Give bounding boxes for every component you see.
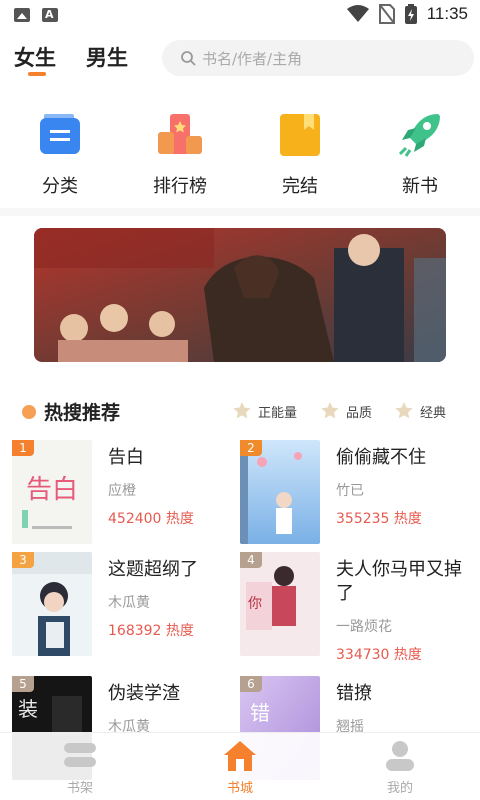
book-title: 这题超纲了 bbox=[108, 559, 198, 580]
profile-icon bbox=[382, 739, 418, 773]
star-icon bbox=[321, 402, 339, 419]
rank-badge: 5 bbox=[12, 676, 34, 692]
book-author: 木瓜黄 bbox=[108, 595, 150, 611]
home-icon bbox=[222, 739, 258, 773]
no-sim-icon bbox=[378, 4, 395, 24]
category-icon bbox=[34, 108, 86, 160]
svg-text:错: 错 bbox=[250, 701, 270, 725]
top-header: 女生 男生 书名/作者/主角 bbox=[0, 32, 480, 84]
nav-bookstore-label: 书城 bbox=[226, 781, 253, 796]
tag-classic[interactable]: 经典 bbox=[394, 401, 446, 421]
bottom-nav: 书架 书城 我的 bbox=[0, 732, 480, 800]
wifi-icon bbox=[346, 5, 369, 22]
rank-badge: 3 bbox=[12, 552, 34, 568]
hot-search-header: 热搜推荐 正能量 品质 经典 bbox=[0, 394, 480, 428]
search-placeholder: 书名/作者/主角 bbox=[202, 49, 303, 68]
book-title: 告白 bbox=[108, 447, 144, 468]
bookshelf-icon bbox=[62, 739, 98, 773]
heat-value: 452400 bbox=[108, 511, 162, 527]
heat-suffix: 热度 bbox=[165, 623, 194, 639]
book-item[interactable]: 告白 1 告白 应橙 452400 热度 bbox=[12, 440, 238, 544]
rank-badge: 2 bbox=[240, 440, 262, 456]
rank-badge: 6 bbox=[240, 676, 262, 692]
quick-nav-finished[interactable]: 完结 bbox=[250, 100, 350, 198]
finished-book-icon bbox=[274, 108, 326, 160]
book-heat: 355235 热度 bbox=[336, 508, 422, 528]
book-author: 竹已 bbox=[336, 483, 364, 499]
book-heat: 452400 热度 bbox=[108, 508, 194, 528]
quick-nav-ranking[interactable]: 排行榜 bbox=[130, 100, 230, 198]
nav-mine[interactable]: 我的 bbox=[350, 739, 450, 796]
svg-text:你: 你 bbox=[248, 596, 262, 612]
quick-nav-category[interactable]: 分类 bbox=[10, 100, 110, 198]
book-item[interactable]: 你 4 夫人你马甲又掉了 一路烦花 334730 热度 bbox=[240, 552, 466, 663]
svg-text:告白: 告白 bbox=[26, 475, 78, 505]
nav-bookshelf-label: 书架 bbox=[66, 781, 93, 796]
section-divider bbox=[0, 208, 480, 216]
tag-quality[interactable]: 品质 bbox=[320, 401, 372, 421]
tag-positive-energy-label: 正能量 bbox=[258, 405, 298, 421]
book-item[interactable]: 3 这题超纲了 木瓜黄 168392 热度 bbox=[12, 552, 238, 656]
search-input[interactable]: 书名/作者/主角 bbox=[162, 40, 474, 76]
ranking-icon bbox=[154, 108, 206, 160]
battery-icon bbox=[404, 4, 417, 24]
nav-bookshelf[interactable]: 书架 bbox=[30, 739, 130, 796]
book-author: 应橙 bbox=[108, 483, 136, 499]
book-heat: 168392 热度 bbox=[108, 620, 194, 640]
gallery-notification-icon bbox=[14, 8, 30, 22]
star-icon bbox=[395, 402, 413, 419]
active-tab-indicator bbox=[28, 72, 46, 76]
book-heat: 334730 热度 bbox=[336, 644, 422, 664]
section-dot-icon bbox=[22, 405, 36, 419]
quick-nav-new-books-label: 新书 bbox=[402, 176, 438, 197]
heat-value: 168392 bbox=[108, 623, 162, 639]
book-author: 一路烦花 bbox=[336, 619, 392, 635]
svg-text:装: 装 bbox=[18, 697, 38, 721]
status-bar: 11:35 bbox=[0, 0, 480, 32]
quick-nav: 分类 排行榜 完结 新书 bbox=[0, 100, 480, 200]
book-title: 错撩 bbox=[336, 683, 372, 704]
quick-nav-finished-label: 完结 bbox=[282, 176, 318, 197]
quick-nav-ranking-label: 排行榜 bbox=[153, 176, 207, 197]
heat-suffix: 热度 bbox=[393, 511, 422, 527]
heat-value: 334730 bbox=[336, 647, 390, 663]
book-title: 夫人你马甲又掉了 bbox=[336, 559, 462, 604]
section-title: 热搜推荐 bbox=[44, 402, 121, 424]
rank-badge: 4 bbox=[240, 552, 262, 568]
tab-male[interactable]: 男生 bbox=[86, 42, 128, 72]
promo-banner[interactable] bbox=[34, 228, 446, 362]
text-notification-icon bbox=[42, 8, 58, 22]
star-icon bbox=[233, 402, 251, 419]
tag-quality-label: 品质 bbox=[346, 405, 373, 421]
heat-value: 355235 bbox=[336, 511, 390, 527]
rank-badge: 1 bbox=[12, 440, 34, 456]
tag-classic-label: 经典 bbox=[420, 405, 447, 421]
tab-female[interactable]: 女生 bbox=[14, 42, 56, 72]
heat-suffix: 热度 bbox=[393, 647, 422, 663]
nav-bookstore[interactable]: 书城 bbox=[190, 739, 290, 796]
book-title: 偷偷藏不住 bbox=[336, 447, 426, 468]
quick-nav-category-label: 分类 bbox=[42, 176, 78, 197]
tag-positive-energy[interactable]: 正能量 bbox=[232, 401, 297, 421]
nav-mine-label: 我的 bbox=[386, 781, 413, 796]
search-icon bbox=[181, 51, 196, 66]
rocket-icon bbox=[394, 108, 446, 160]
heat-suffix: 热度 bbox=[165, 511, 194, 527]
quick-nav-new-books[interactable]: 新书 bbox=[370, 100, 470, 198]
book-title: 伪装学渣 bbox=[108, 683, 180, 704]
clock: 11:35 bbox=[426, 4, 468, 23]
book-item[interactable]: 2 偷偷藏不住 竹已 355235 热度 bbox=[240, 440, 466, 544]
